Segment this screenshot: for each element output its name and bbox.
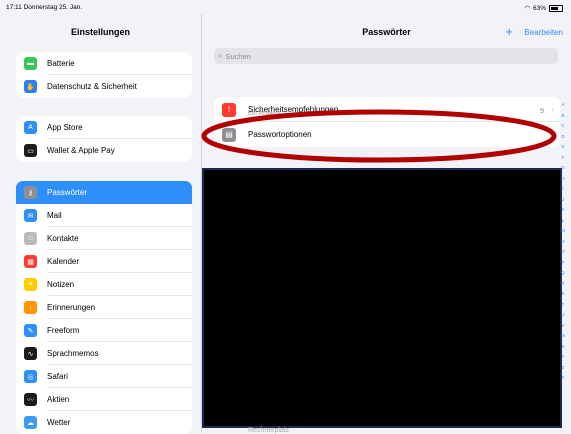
search-icon: ⌕ — [218, 51, 223, 60]
sidebar-item-label: Kalender — [47, 257, 80, 266]
index-letter[interactable]: # — [562, 373, 564, 384]
index-letter[interactable]: S — [562, 289, 565, 300]
index-letter[interactable]: M — [561, 226, 565, 237]
voicememo-icon: ∿ — [24, 347, 37, 360]
search-placeholder: Suchen — [225, 51, 251, 61]
sidebar-item-notizen[interactable]: ≡ Notizen — [16, 273, 192, 296]
sidebar-item-safari[interactable]: ◎ Safari — [16, 365, 192, 388]
sidebar-item-label: Safari — [47, 372, 68, 381]
sidebar-item-wallet-apple-pay[interactable]: ▭ Wallet & Apple Pay — [16, 139, 192, 162]
passwords-pane: Passwörter + Bearbeiten ⌕ Suchen ! Siche… — [202, 14, 571, 434]
index-letter[interactable]: G — [561, 163, 564, 174]
sidebar-item-label: Sprachmemos — [47, 349, 99, 358]
sidebar-item-passwörter[interactable]: ⚷ Passwörter — [16, 181, 192, 204]
weather-icon: ☁ — [24, 416, 37, 429]
annotation-ellipse — [201, 109, 557, 163]
redaction-block — [202, 168, 562, 428]
index-letter[interactable]: D — [561, 132, 564, 143]
sidebar-item-label: Aktien — [47, 395, 70, 404]
key-icon: ⚷ — [24, 186, 37, 199]
pane-title: Passwörter — [362, 27, 411, 37]
contacts-icon: ☺ — [24, 232, 37, 245]
index-letter[interactable]: Z — [562, 363, 565, 374]
index-letter[interactable]: F — [562, 153, 565, 164]
index-letter[interactable]: W — [561, 331, 565, 342]
alphabet-index[interactable]: A B C D E F G H I J K L M N O P Q R S T U V W X Y Z # — [559, 100, 567, 384]
mail-icon: ✉ — [24, 209, 37, 222]
sidebar-item-label: Wetter — [47, 418, 71, 427]
sidebar-item-sprachmemos[interactable]: ∿ Sprachmemos — [16, 342, 192, 365]
time-text: 17:11 — [6, 4, 22, 11]
index-letter[interactable]: T — [562, 300, 565, 311]
sidebar-item-label: Datenschutz & Sicherheit — [47, 82, 137, 91]
index-letter[interactable]: O — [561, 247, 564, 258]
sidebar-item-label: Erinnerungen — [47, 303, 96, 312]
sidebar-item-label: Freeform — [47, 326, 80, 335]
sidebar-item-kontakte[interactable]: ☺ Kontakte — [16, 227, 192, 250]
hand-icon: ✋ — [24, 80, 37, 93]
sidebar-item-label: Wallet & Apple Pay — [47, 146, 115, 155]
sidebar-item-label: App Store — [47, 123, 83, 132]
index-letter[interactable]: V — [562, 321, 565, 332]
index-letter[interactable]: J — [562, 195, 564, 206]
sidebar-group-apps: ⚷ Passwörter ✉ Mail ☺ Kontakte ▦ Kalender ≡ Notiz… — [16, 181, 192, 434]
index-letter[interactable]: I — [562, 184, 563, 195]
index-letter[interactable]: Y — [562, 352, 565, 363]
settings-sidebar: Einstellungen ▬ Batterie ✋ Datenschutz & Si… — [0, 14, 202, 434]
safari-icon: ◎ — [24, 370, 37, 383]
sidebar-item-label: Notizen — [47, 280, 75, 289]
sidebar-item-wetter[interactable]: ☁ Wetter — [16, 411, 192, 434]
sidebar-item-datenschutz-sicherheit[interactable]: ✋ Datenschutz & Sicherheit — [16, 75, 192, 98]
battery-percent: 63% — [532, 4, 546, 12]
sidebar-item-kalender[interactable]: ▦ Kalender — [16, 250, 192, 273]
status-bar: 17:11 Donnerstag 25. Jan. ◠ 63% — [0, 0, 571, 14]
date-text: Donnerstag 25. Jan. — [23, 4, 83, 11]
sidebar-item-freeform[interactable]: ✎ Freeform — [16, 319, 192, 342]
index-letter[interactable]: L — [562, 216, 564, 227]
sidebar-item-mail[interactable]: ✉ Mail — [16, 204, 192, 227]
index-letter[interactable]: A — [562, 100, 565, 111]
calendar-icon: ▦ — [24, 255, 37, 268]
notes-icon: ≡ — [24, 278, 37, 291]
index-letter[interactable]: E — [562, 142, 565, 153]
freeform-icon: ✎ — [24, 324, 37, 337]
sidebar-item-batterie[interactable]: ▬ Batterie — [16, 52, 192, 75]
appstore-icon: A — [24, 121, 37, 134]
index-letter[interactable]: C — [561, 121, 564, 132]
wallet-icon: ▭ — [24, 144, 37, 157]
sidebar-title: Einstellungen — [70, 27, 130, 37]
sidebar-item-label: Batterie — [47, 59, 75, 68]
index-letter[interactable]: N — [561, 237, 564, 248]
sidebar-item-erinnerungen[interactable]: ⋮ Erinnerungen — [16, 296, 192, 319]
index-letter[interactable]: U — [561, 310, 564, 321]
battery-icon: ▬ — [24, 57, 37, 70]
battery-icon — [549, 4, 563, 12]
wifi-icon: ◠ — [524, 5, 530, 12]
index-letter[interactable]: H — [561, 174, 564, 185]
edit-button[interactable]: Bearbeiten — [524, 28, 563, 37]
index-letter[interactable]: Q — [561, 268, 564, 279]
sidebar-item-aktien[interactable]: 〰 Aktien — [16, 388, 192, 411]
reminders-icon: ⋮ — [24, 301, 37, 314]
index-letter[interactable]: K — [562, 205, 565, 216]
add-password-button[interactable]: + — [505, 24, 513, 39]
search-input[interactable]: ⌕ Suchen — [214, 48, 558, 64]
sidebar-item-label: Passwörter — [47, 188, 88, 197]
index-letter[interactable]: R — [561, 279, 564, 290]
status-right: ◠ 63% — [524, 4, 563, 12]
sidebar-item-label: Kontakte — [47, 234, 79, 243]
status-time: 17:11 Donnerstag 25. Jan. — [6, 4, 82, 11]
stocks-icon: 〰 — [24, 393, 37, 406]
sidebar-item-label: Mail — [47, 211, 62, 220]
sidebar-group-store: A App Store ▭ Wallet & Apple Pay — [16, 116, 192, 162]
index-letter[interactable]: P — [562, 258, 565, 269]
index-letter[interactable]: B — [562, 111, 565, 122]
sidebar-item-app-store[interactable]: A App Store — [16, 116, 192, 139]
index-letter[interactable]: X — [562, 342, 565, 353]
sidebar-group-system: ▬ Batterie ✋ Datenschutz & Sicherheit — [16, 52, 192, 98]
